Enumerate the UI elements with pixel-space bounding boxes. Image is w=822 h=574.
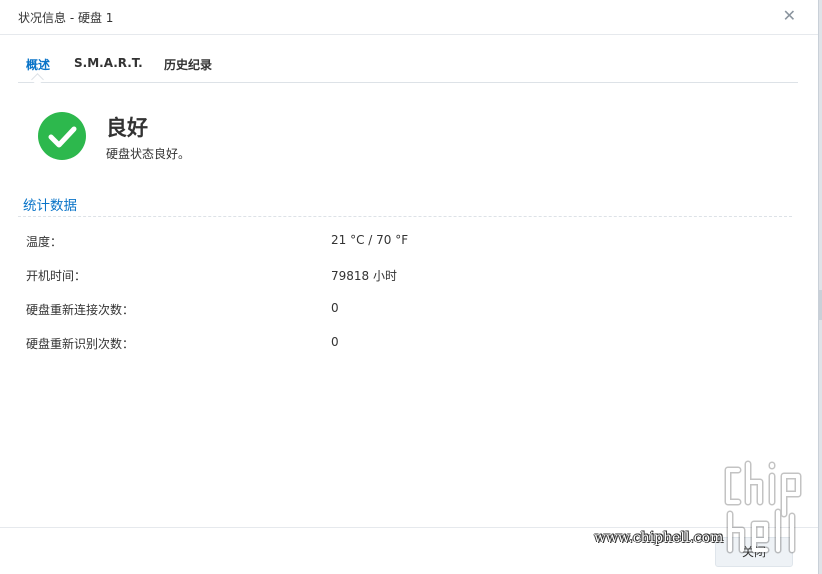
- temperature-label: 温度：: [26, 235, 63, 249]
- reidentify-count-label: 硬盘重新识别次数：: [26, 337, 135, 351]
- watermark-text: www.chiphell.com: [594, 530, 724, 546]
- power-on-hours-label: 开机时间：: [26, 269, 87, 283]
- status-description: 硬盘状态良好。: [106, 147, 191, 161]
- temperature-value: 21 °C / 70 °F: [331, 233, 409, 247]
- dialog-footer: [0, 527, 818, 528]
- dialog-titlebar: 状况信息 - 硬盘 1 ✕: [0, 0, 818, 35]
- power-on-hours-value: 79818 小时: [331, 269, 397, 283]
- active-tab-indicator: [31, 73, 44, 86]
- tab-bar: 概述 S.M.A.R.T. 历史纪录: [18, 54, 798, 86]
- status-title: 良好: [106, 116, 148, 140]
- statistics-section-title: 统计数据: [23, 198, 77, 214]
- close-icon[interactable]: ✕: [783, 6, 796, 25]
- tab-history[interactable]: 历史纪录: [164, 56, 212, 73]
- reconnect-count-label: 硬盘重新连接次数：: [26, 303, 135, 317]
- reidentify-count-value: 0: [331, 335, 339, 349]
- tab-overview[interactable]: 概述: [26, 56, 50, 73]
- check-circle-icon: [38, 112, 86, 160]
- tab-smart[interactable]: S.M.A.R.T.: [74, 56, 143, 70]
- status-dialog: 状况信息 - 硬盘 1 ✕ 概述 S.M.A.R.T. 历史纪录 良好 硬盘状态…: [0, 0, 819, 574]
- section-divider: [18, 216, 792, 217]
- reconnect-count-value: 0: [331, 301, 339, 315]
- chiphell-logo: [718, 456, 814, 558]
- dialog-title: 状况信息 - 硬盘 1: [18, 11, 114, 25]
